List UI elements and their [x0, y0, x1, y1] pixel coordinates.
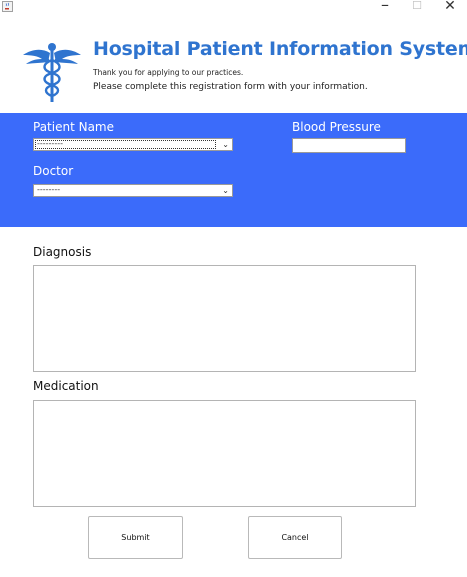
java-cup-icon: [2, 1, 13, 12]
blood-pressure-input[interactable]: [292, 138, 406, 153]
close-button[interactable]: ✕: [437, 0, 463, 13]
subtitle-instructions: Please complete this registration form w…: [93, 82, 368, 92]
diagnosis-textarea[interactable]: [33, 265, 416, 372]
doctor-select[interactable]: -------- ⌄: [33, 184, 233, 197]
chevron-down-icon: ⌄: [222, 140, 229, 149]
medication-label: Medication: [33, 379, 99, 393]
caduceus-icon: [23, 43, 81, 102]
doctor-value: --------: [37, 185, 61, 194]
diagnosis-label: Diagnosis: [33, 245, 92, 259]
patient-name-value: ---------: [37, 139, 63, 148]
chevron-down-icon: ⌄: [222, 186, 229, 195]
blood-pressure-label: Blood Pressure: [292, 120, 381, 134]
doctor-label: Doctor: [33, 164, 74, 178]
subtitle-thanks: Thank you for applying to our practices.: [93, 68, 244, 77]
maximize-button[interactable]: ☐: [404, 0, 430, 13]
patient-name-select[interactable]: --------- ⌄: [33, 138, 233, 151]
patient-name-label: Patient Name: [33, 120, 114, 134]
window-titlebar: – ☐ ✕: [0, 0, 467, 14]
submit-button[interactable]: Submit: [88, 516, 183, 559]
minimize-button[interactable]: –: [372, 0, 398, 13]
app-title: Hospital Patient Information System: [93, 38, 467, 60]
cancel-button[interactable]: Cancel: [248, 516, 342, 559]
medication-textarea[interactable]: [33, 400, 416, 507]
